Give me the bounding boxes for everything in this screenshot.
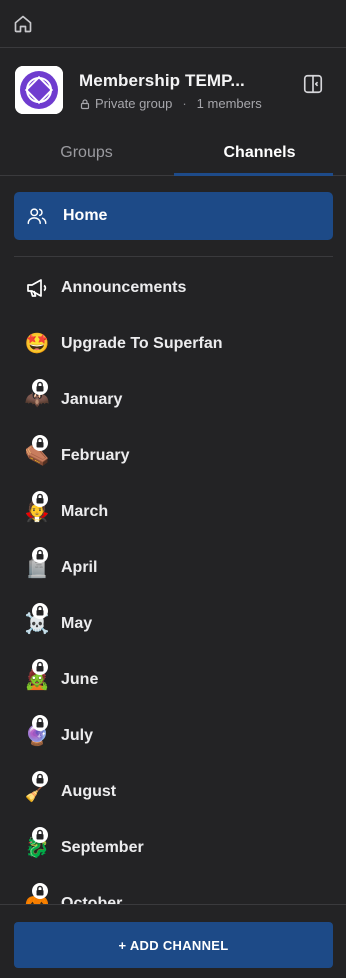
zombie-emoji-icon: 🧟 [24, 659, 50, 693]
channel-item-january[interactable]: 🦇 January [24, 379, 324, 420]
channel-label: August [61, 783, 117, 800]
lock-icon [80, 98, 90, 109]
channel-emoji: 🤩 [24, 333, 50, 355]
lock-icon [32, 435, 48, 451]
channel-label: January [61, 391, 123, 408]
channel-label: April [61, 559, 98, 576]
headstone-emoji-icon: 🪦 [24, 547, 50, 581]
group-header: Membership TEMP... Private group · 1 mem… [0, 48, 346, 126]
megaphone-icon [24, 275, 50, 301]
lock-icon [32, 379, 48, 395]
top-bar [0, 0, 346, 48]
channel-item-july[interactable]: 🔮 July [24, 715, 324, 756]
bat-emoji-icon: 🦇 [24, 379, 50, 413]
lock-icon [32, 715, 48, 731]
channel-label: July [61, 727, 94, 744]
home-icon[interactable] [12, 13, 34, 35]
channel-label: October [61, 895, 123, 904]
channel-item-announcements[interactable]: Announcements [24, 268, 324, 308]
group-logo[interactable] [15, 66, 63, 114]
lock-icon [32, 659, 48, 675]
vampire-emoji-icon: 🧛 [24, 491, 50, 525]
dragon-emoji-icon: 🐉 [24, 827, 50, 861]
crystal-ball-emoji-icon: 🔮 [24, 715, 50, 749]
channel-item-september[interactable]: 🐉 September [24, 827, 324, 868]
tab-groups[interactable]: Groups [0, 126, 173, 175]
channel-label: February [61, 447, 130, 464]
star-struck-emoji-icon: 🤩 [24, 331, 50, 357]
lock-icon [32, 883, 48, 899]
tab-bar: Groups Channels [0, 126, 346, 176]
pumpkin-emoji-icon: 🎃 [24, 883, 50, 904]
channel-item-april[interactable]: 🪦 April [24, 547, 324, 588]
lock-icon [32, 827, 48, 843]
channel-home[interactable]: Home [14, 192, 333, 240]
channel-item-may[interactable]: ☠️ May [24, 603, 324, 644]
channel-label: Announcements [61, 279, 187, 296]
witch-broom-emoji-icon: 🧹 [24, 771, 50, 805]
channel-label: June [61, 671, 99, 688]
channel-home-label: Home [63, 207, 108, 224]
panel-toggle-icon[interactable] [302, 73, 324, 95]
channel-item-october[interactable]: 🎃 October [24, 883, 324, 904]
channel-list[interactable]: Home Announcements 🤩 Upgrade To Superfan… [0, 176, 346, 904]
lock-icon [32, 771, 48, 787]
divider [14, 256, 333, 257]
channel-item-june[interactable]: 🧟 June [24, 659, 324, 700]
add-channel-button[interactable]: + ADD CHANNEL [14, 922, 333, 968]
lock-icon [32, 603, 48, 619]
footer: + ADD CHANNEL [0, 904, 346, 978]
skull-crossbones-emoji-icon: ☠️ [24, 603, 50, 637]
channel-item-february[interactable]: ⚰️ February [24, 435, 324, 476]
meta-separator: · [182, 96, 187, 111]
users-icon [27, 208, 47, 225]
group-name: Membership TEMP... [79, 71, 245, 90]
channel-item-march[interactable]: 🧛 March [24, 491, 324, 532]
lock-icon [32, 491, 48, 507]
channel-label: March [61, 503, 109, 520]
coffin-emoji-icon: ⚰️ [24, 435, 50, 469]
group-privacy: Private group [95, 96, 173, 111]
channel-label: May [61, 615, 93, 632]
group-meta: Private group · 1 members [79, 96, 262, 111]
channel-label: Upgrade To Superfan [61, 335, 223, 352]
channel-item-upgrade-to-superfan[interactable]: 🤩 Upgrade To Superfan [24, 324, 324, 364]
tab-channels[interactable]: Channels [173, 126, 346, 175]
channel-item-august[interactable]: 🧹 August [24, 771, 324, 812]
group-member-count: 1 members [196, 96, 262, 111]
channel-label: September [61, 839, 144, 856]
lock-icon [32, 547, 48, 563]
